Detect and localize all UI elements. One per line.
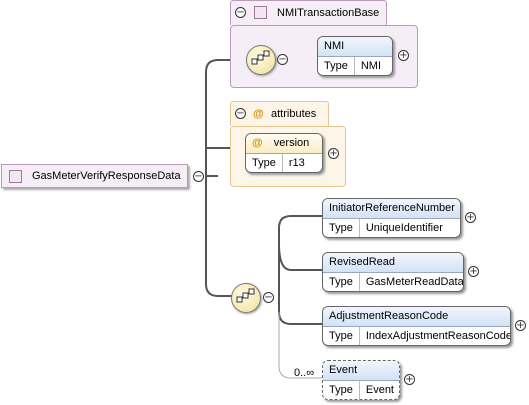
attribute-header: @ version — [246, 134, 322, 154]
base-group-tab: − NMITransactionBase — [230, 0, 387, 25]
sequence-collapse-icon[interactable]: − — [263, 292, 274, 303]
type-value: GasMeterReadData — [365, 276, 464, 288]
initiator-expand-icon[interactable]: + — [465, 212, 476, 223]
element-name: InitiatorReferenceNumber — [323, 199, 460, 219]
type-key: Type — [323, 327, 360, 345]
type-key: Type — [323, 273, 360, 291]
type-value: NMI — [360, 60, 382, 72]
nmi-expand-icon[interactable]: + — [398, 50, 409, 61]
version-expand-icon[interactable]: + — [328, 148, 339, 159]
type-key: Type — [323, 219, 360, 237]
element-revised-read[interactable]: RevisedRead Type GasMeterReadData — [322, 252, 464, 292]
root-element[interactable]: GasMeterVerifyResponseData — [1, 164, 188, 188]
element-initiator-reference-number[interactable]: InitiatorReferenceNumber Type UniqueIden… — [322, 198, 461, 238]
event-multiplicity: 0..∞ — [294, 367, 315, 379]
type-key: Type — [318, 57, 355, 75]
type-key: Type — [246, 154, 283, 172]
complex-type-icon — [9, 170, 22, 183]
type-value: r13 — [288, 157, 305, 169]
element-name: NMI — [318, 37, 392, 57]
element-name: RevisedRead — [323, 253, 463, 273]
sequence-glyph-icon — [251, 50, 270, 65]
sequence-glyph-icon — [236, 288, 255, 303]
type-key: Type — [323, 381, 360, 399]
root-collapse-icon[interactable]: − — [193, 171, 204, 182]
attribute-name: version — [273, 137, 310, 149]
type-value: UniqueIdentifier — [365, 222, 443, 234]
event-expand-icon[interactable]: + — [404, 374, 415, 385]
root-element-label: GasMeterVerifyResponseData — [32, 170, 181, 182]
element-nmi[interactable]: NMI Type NMI — [317, 36, 393, 76]
attributes-label: attributes — [271, 108, 317, 120]
sequence-collapse-icon[interactable]: − — [277, 54, 288, 65]
revised-read-expand-icon[interactable]: + — [468, 266, 479, 277]
adjustment-reason-expand-icon[interactable]: + — [515, 320, 526, 331]
complex-type-icon — [254, 6, 267, 19]
attribute-version[interactable]: @ version Type r13 — [245, 133, 323, 173]
element-event[interactable]: Event Type Event — [322, 360, 400, 400]
attribute-at-icon: @ — [252, 137, 263, 149]
element-name: Event — [323, 361, 399, 381]
type-value: IndexAdjustmentReasonCode — [365, 330, 511, 342]
element-adjustment-reason-code[interactable]: AdjustmentReasonCode Type IndexAdjustmen… — [322, 306, 511, 346]
attribute-at-icon: @ — [253, 108, 264, 120]
attributes-collapse-icon[interactable]: − — [235, 108, 246, 119]
element-name: AdjustmentReasonCode — [323, 307, 510, 327]
base-group-collapse-icon[interactable]: − — [235, 7, 246, 18]
attributes-tab: − @ attributes — [230, 101, 329, 126]
base-group-label: NMITransactionBase — [277, 7, 380, 19]
type-value: Event — [365, 384, 394, 396]
